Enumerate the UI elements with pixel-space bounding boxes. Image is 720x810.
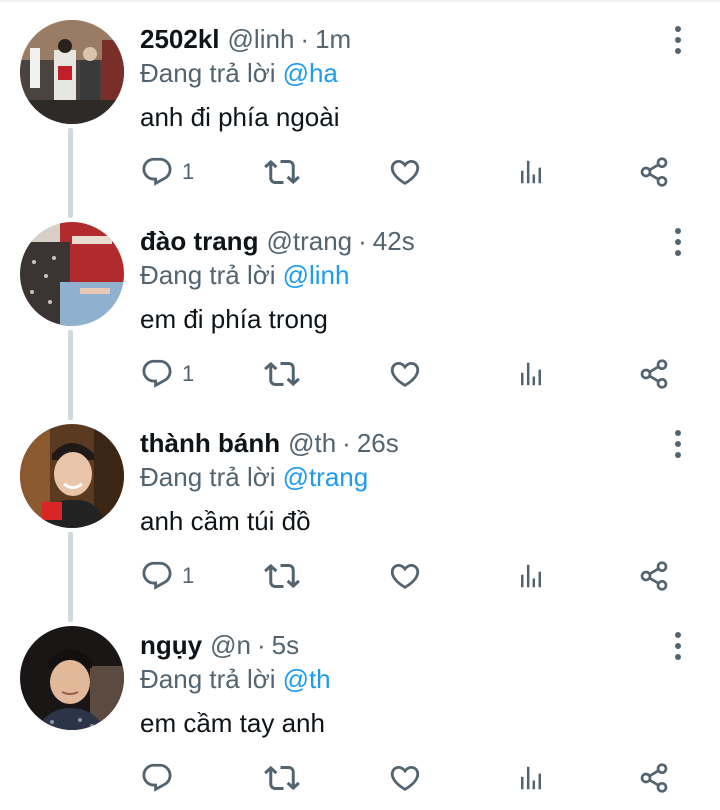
replying-to-label: Đang trả lời — [140, 461, 276, 492]
timestamp[interactable]: 1m — [315, 24, 351, 55]
avatar[interactable] — [20, 424, 124, 528]
tweet-header: thành bánh @th · 26s — [140, 426, 399, 460]
separator-dot: · — [256, 629, 266, 660]
action-bar: 1 — [0, 556, 720, 596]
replying-to-label: Đang trả lời — [140, 259, 276, 290]
street-photo — [20, 20, 124, 124]
comment-icon — [142, 359, 172, 388]
more-vertical-icon[interactable] — [664, 224, 692, 260]
retweet-button[interactable] — [264, 152, 300, 192]
reply-button[interactable]: 1 — [140, 152, 194, 192]
analytics-icon — [521, 160, 541, 184]
mention-link[interactable]: @linh — [283, 260, 350, 291]
share-button[interactable] — [638, 758, 670, 798]
views-button[interactable] — [516, 354, 546, 394]
timestamp[interactable]: 42s — [373, 226, 415, 257]
views-button[interactable] — [516, 152, 546, 192]
retweet-icon — [264, 159, 300, 185]
retweet-icon — [264, 563, 300, 589]
comment-icon — [142, 561, 172, 590]
replying-to: Đang trả lời @ha — [140, 56, 338, 90]
user-handle[interactable]: @th — [288, 428, 336, 459]
tweet[interactable]: thành bánh @th · 26s Đang trả lời @trang… — [0, 404, 720, 606]
display-name[interactable]: thành bánh — [140, 428, 280, 459]
avatar[interactable] — [20, 20, 124, 124]
reply-button[interactable]: 1 — [140, 354, 194, 394]
more-vertical-icon[interactable] — [664, 628, 692, 664]
retweet-icon — [264, 765, 300, 791]
user-handle[interactable]: @trang — [266, 226, 352, 257]
display-name[interactable]: đào trang — [140, 226, 258, 257]
display-name[interactable]: 2502kl — [140, 24, 220, 55]
share-icon — [640, 157, 668, 187]
reply-button[interactable] — [140, 758, 182, 798]
tweet[interactable]: ngụy @n · 5s Đang trả lời @th em cầm tay… — [0, 606, 720, 808]
more-vertical-icon[interactable] — [664, 22, 692, 58]
avatar[interactable] — [20, 222, 124, 326]
tweet-text: em cầm tay anh — [140, 707, 325, 738]
analytics-icon — [521, 766, 541, 790]
share-icon — [640, 359, 668, 389]
retweet-icon — [264, 361, 300, 387]
tweet-text: em đi phía trong — [140, 303, 328, 334]
selfie-man-photo — [20, 626, 124, 730]
mention-link[interactable]: @trang — [283, 462, 369, 493]
retweet-button[interactable] — [264, 758, 300, 798]
more-vertical-icon[interactable] — [664, 426, 692, 462]
action-bar — [0, 758, 720, 798]
timestamp[interactable]: 26s — [357, 428, 399, 459]
timestamp[interactable]: 5s — [272, 630, 299, 661]
replying-to-label: Đang trả lời — [140, 663, 276, 694]
replying-to: Đang trả lời @trang — [140, 460, 368, 494]
reply-count: 1 — [182, 159, 195, 184]
tweet-header: ngụy @n · 5s — [140, 628, 299, 662]
views-button[interactable] — [516, 758, 546, 798]
share-button[interactable] — [638, 354, 670, 394]
share-icon — [640, 763, 668, 793]
like-button[interactable] — [388, 758, 422, 798]
separator-dot: · — [300, 23, 310, 54]
separator-dot: · — [342, 427, 351, 458]
mention-link[interactable]: @th — [283, 664, 331, 695]
like-button[interactable] — [388, 354, 422, 394]
replying-to-label: Đang trả lời — [140, 57, 276, 88]
red-bag-photo — [20, 222, 124, 326]
heart-icon — [390, 563, 420, 589]
like-button[interactable] — [388, 556, 422, 596]
tweet-header: 2502kl @linh · 1m — [140, 22, 351, 56]
replying-to: Đang trả lời @linh — [140, 258, 349, 292]
smiling-man-photo — [20, 424, 124, 528]
tweet[interactable]: đào trang @trang · 42s Đang trả lời @lin… — [0, 202, 720, 404]
comment-icon — [142, 763, 172, 792]
avatar[interactable] — [20, 626, 124, 730]
views-button[interactable] — [516, 556, 546, 596]
replying-to: Đang trả lời @th — [140, 662, 331, 696]
reply-count: 1 — [182, 563, 195, 588]
tweet-header: đào trang @trang · 42s — [140, 224, 415, 258]
retweet-button[interactable] — [264, 556, 300, 596]
reply-button[interactable]: 1 — [140, 556, 194, 596]
action-bar: 1 — [0, 354, 720, 394]
heart-icon — [390, 159, 420, 185]
tweet-text: anh đi phía ngoài — [140, 101, 340, 132]
mention-link[interactable]: @ha — [283, 58, 338, 89]
analytics-icon — [521, 564, 541, 588]
tweet[interactable]: 2502kl @linh · 1m Đang trả lời @ha anh đ… — [0, 0, 720, 202]
display-name[interactable]: ngụy — [140, 630, 202, 661]
share-button[interactable] — [638, 152, 670, 192]
heart-icon — [390, 765, 420, 791]
tweet-text: anh cầm túi đồ — [140, 505, 311, 536]
user-handle[interactable]: @linh — [228, 24, 295, 55]
heart-icon — [390, 361, 420, 387]
separator-dot: · — [358, 225, 367, 256]
reply-count: 1 — [182, 361, 195, 386]
analytics-icon — [521, 362, 541, 386]
user-handle[interactable]: @n — [210, 630, 251, 661]
comment-icon — [142, 157, 172, 186]
share-icon — [640, 561, 668, 591]
action-bar: 1 — [0, 152, 720, 192]
share-button[interactable] — [638, 556, 670, 596]
retweet-button[interactable] — [264, 354, 300, 394]
like-button[interactable] — [388, 152, 422, 192]
